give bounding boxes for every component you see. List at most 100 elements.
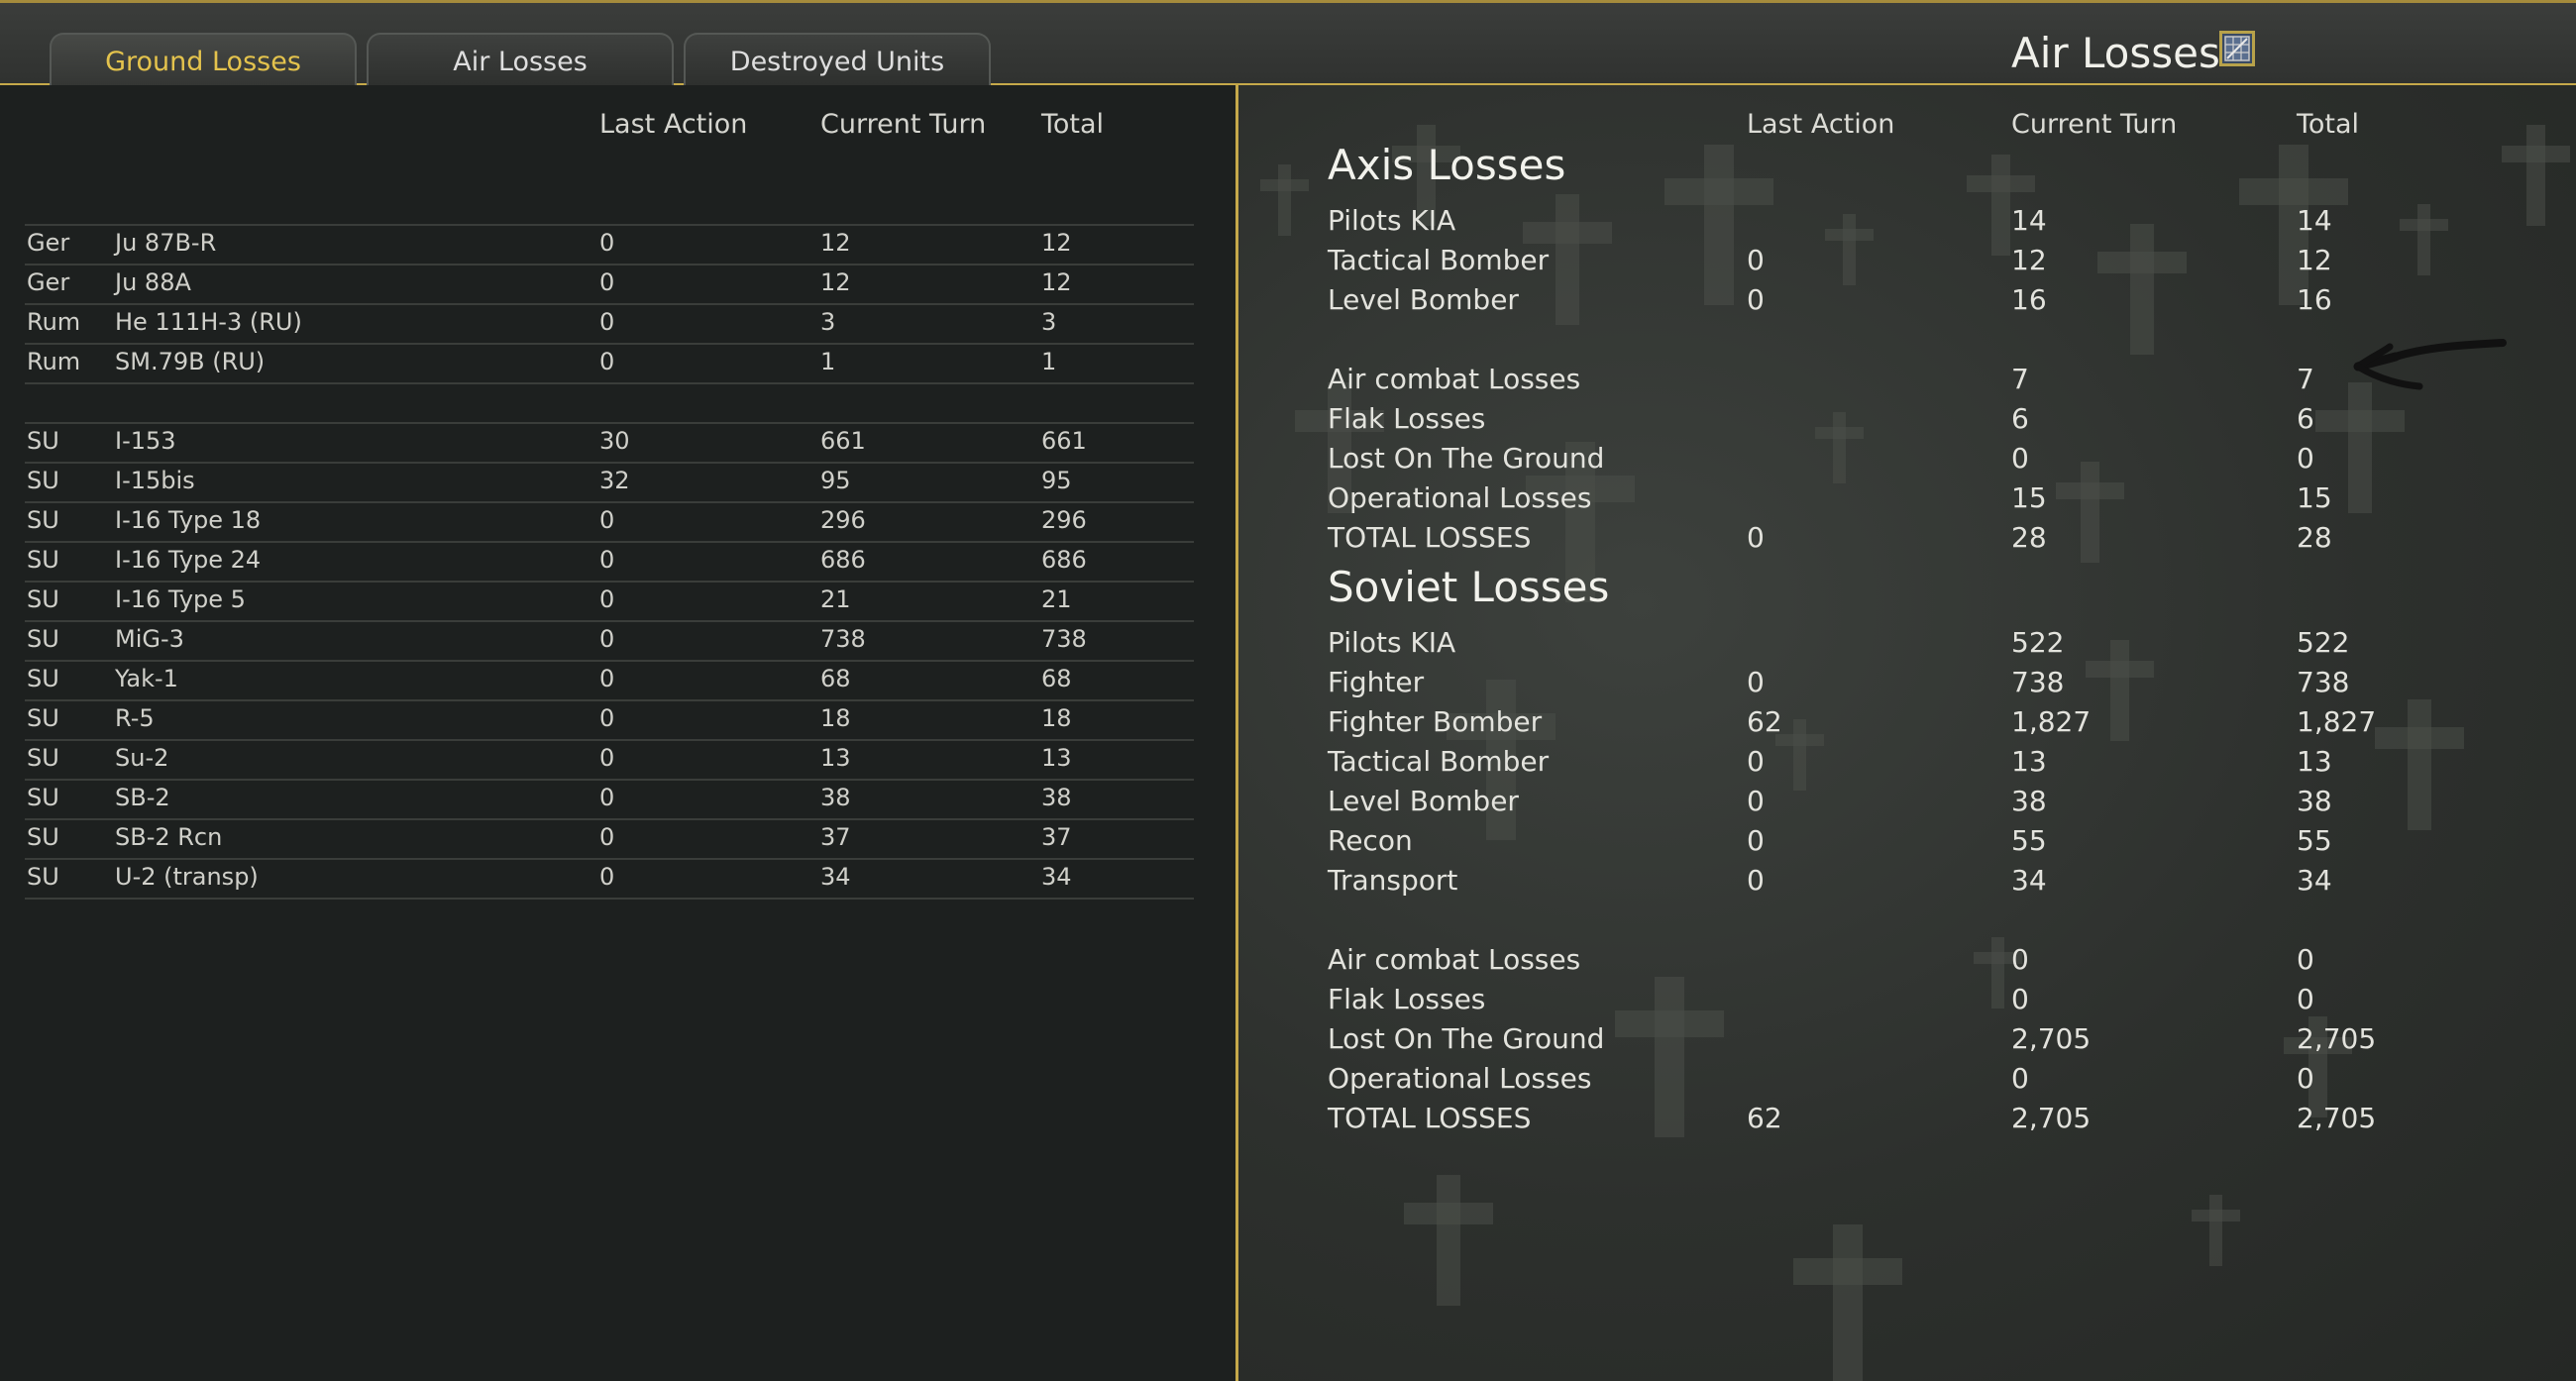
last-action-cell: 0: [599, 744, 615, 772]
nation-cell: SU: [27, 665, 59, 692]
section-title: Axis Losses: [1328, 141, 1566, 189]
last-action-value: 0: [1747, 785, 1765, 817]
total-value: 16: [2297, 283, 2332, 316]
current-turn-value: 14: [2011, 204, 2047, 237]
last-action-value: 0: [1747, 824, 1765, 857]
nation-cell: SU: [27, 784, 59, 811]
row-divider: [25, 422, 1194, 424]
last-action-value: 62: [1747, 1102, 1782, 1134]
background-cross: [2130, 224, 2155, 355]
last-action-cell: 0: [599, 863, 615, 891]
column-header: Last Action: [599, 109, 748, 140]
map-grid-icon[interactable]: [2219, 31, 2255, 66]
total-value: 2,705: [2297, 1022, 2377, 1055]
total-value: 0: [2297, 442, 2314, 475]
loss-label: Level Bomber: [1328, 283, 1519, 316]
row-divider: [25, 303, 1194, 305]
background-cross: [2097, 251, 2188, 273]
background-cross: [2408, 699, 2432, 830]
total-cell: 37: [1041, 823, 1072, 851]
last-action-cell: 0: [599, 268, 615, 296]
row-divider: [25, 739, 1194, 741]
background-cross: [2209, 1195, 2223, 1266]
row-divider: [25, 343, 1194, 345]
nation-cell: SU: [27, 744, 59, 772]
current-turn-cell: 3: [820, 308, 836, 336]
unit-name-cell: He 111H-3 (RU): [115, 308, 302, 336]
last-action-value: 0: [1747, 666, 1765, 698]
background-cross: [1966, 175, 2036, 193]
section-title: Soviet Losses: [1328, 563, 1610, 611]
background-cross: [2501, 146, 2571, 163]
last-action-cell: 0: [599, 229, 615, 257]
loss-label: Operational Losses: [1328, 481, 1592, 514]
total-cell: 686: [1041, 546, 1087, 574]
row-divider: [25, 581, 1194, 583]
row-divider: [25, 858, 1194, 860]
current-turn-value: 15: [2011, 481, 2047, 514]
row-divider: [25, 462, 1194, 464]
loss-label: Tactical Bomber: [1328, 244, 1550, 276]
nation-cell: SU: [27, 506, 59, 534]
nation-cell: SU: [27, 546, 59, 574]
background-cross: [2315, 409, 2406, 432]
current-turn-cell: 18: [820, 704, 851, 732]
background-cross: [2081, 462, 2099, 563]
last-action-value: 0: [1747, 244, 1765, 276]
background-cross: [1404, 1202, 1494, 1224]
column-header: Last Action: [1747, 109, 1895, 140]
current-turn-cell: 37: [820, 823, 851, 851]
last-action-cell: 30: [599, 427, 630, 455]
unit-name-cell: SB-2: [115, 784, 170, 811]
total-cell: 3: [1041, 308, 1057, 336]
last-action-cell: 0: [599, 308, 615, 336]
unit-losses-panel: Last Action Current Turn Total Ger Ju 87B-R 0…: [0, 85, 1235, 1381]
loss-label: Operational Losses: [1328, 1062, 1592, 1095]
loss-label: Air combat Losses: [1328, 943, 1581, 976]
total-cell: 661: [1041, 427, 1087, 455]
tab-air-losses[interactable]: Air Losses: [367, 33, 674, 88]
total-value: 12: [2297, 244, 2332, 276]
last-action-cell: 32: [599, 467, 630, 494]
total-cell: 738: [1041, 625, 1087, 653]
total-value: 738: [2297, 666, 2350, 698]
loss-label: Transport: [1328, 864, 1458, 897]
current-turn-value: 0: [2011, 943, 2029, 976]
loss-label: Fighter: [1328, 666, 1425, 698]
loss-label: Tactical Bomber: [1328, 745, 1550, 778]
unit-name-cell: I-16 Type 18: [115, 506, 262, 534]
current-turn-value: 1,827: [2011, 705, 2092, 738]
last-action-cell: 0: [599, 625, 615, 653]
total-value: 13: [2297, 745, 2332, 778]
current-turn-value: 6: [2011, 402, 2029, 435]
tab-destroyed-units[interactable]: Destroyed Units: [684, 33, 991, 88]
total-cell: 68: [1041, 665, 1072, 692]
nation-cell: SU: [27, 625, 59, 653]
last-action-cell: 0: [599, 823, 615, 851]
background-cross: [1991, 937, 2005, 1009]
last-action-cell: 0: [599, 784, 615, 811]
row-divider: [25, 224, 1194, 226]
background-cross: [1437, 1175, 1461, 1306]
current-turn-cell: 38: [820, 784, 851, 811]
column-header: Total: [2297, 109, 2360, 140]
column-header: Current Turn: [2011, 109, 2178, 140]
column-header: Total: [1041, 109, 1105, 140]
current-turn-cell: 738: [820, 625, 866, 653]
last-action-value: 0: [1747, 745, 1765, 778]
last-action-cell: 0: [599, 585, 615, 613]
loss-label: Air combat Losses: [1328, 363, 1581, 395]
background-cross: [1843, 214, 1857, 285]
total-cell: 95: [1041, 467, 1072, 494]
total-value: 38: [2297, 785, 2332, 817]
nation-cell: SU: [27, 823, 59, 851]
total-cell: 13: [1041, 744, 1072, 772]
last-action-cell: 0: [599, 665, 615, 692]
current-turn-value: 38: [2011, 785, 2047, 817]
total-cell: 12: [1041, 268, 1072, 296]
tab-ground-losses[interactable]: Ground Losses: [50, 33, 357, 88]
current-turn-cell: 296: [820, 506, 866, 534]
nation-cell: Ger: [27, 229, 70, 257]
row-divider: [25, 660, 1194, 662]
current-turn-value: 738: [2011, 666, 2065, 698]
